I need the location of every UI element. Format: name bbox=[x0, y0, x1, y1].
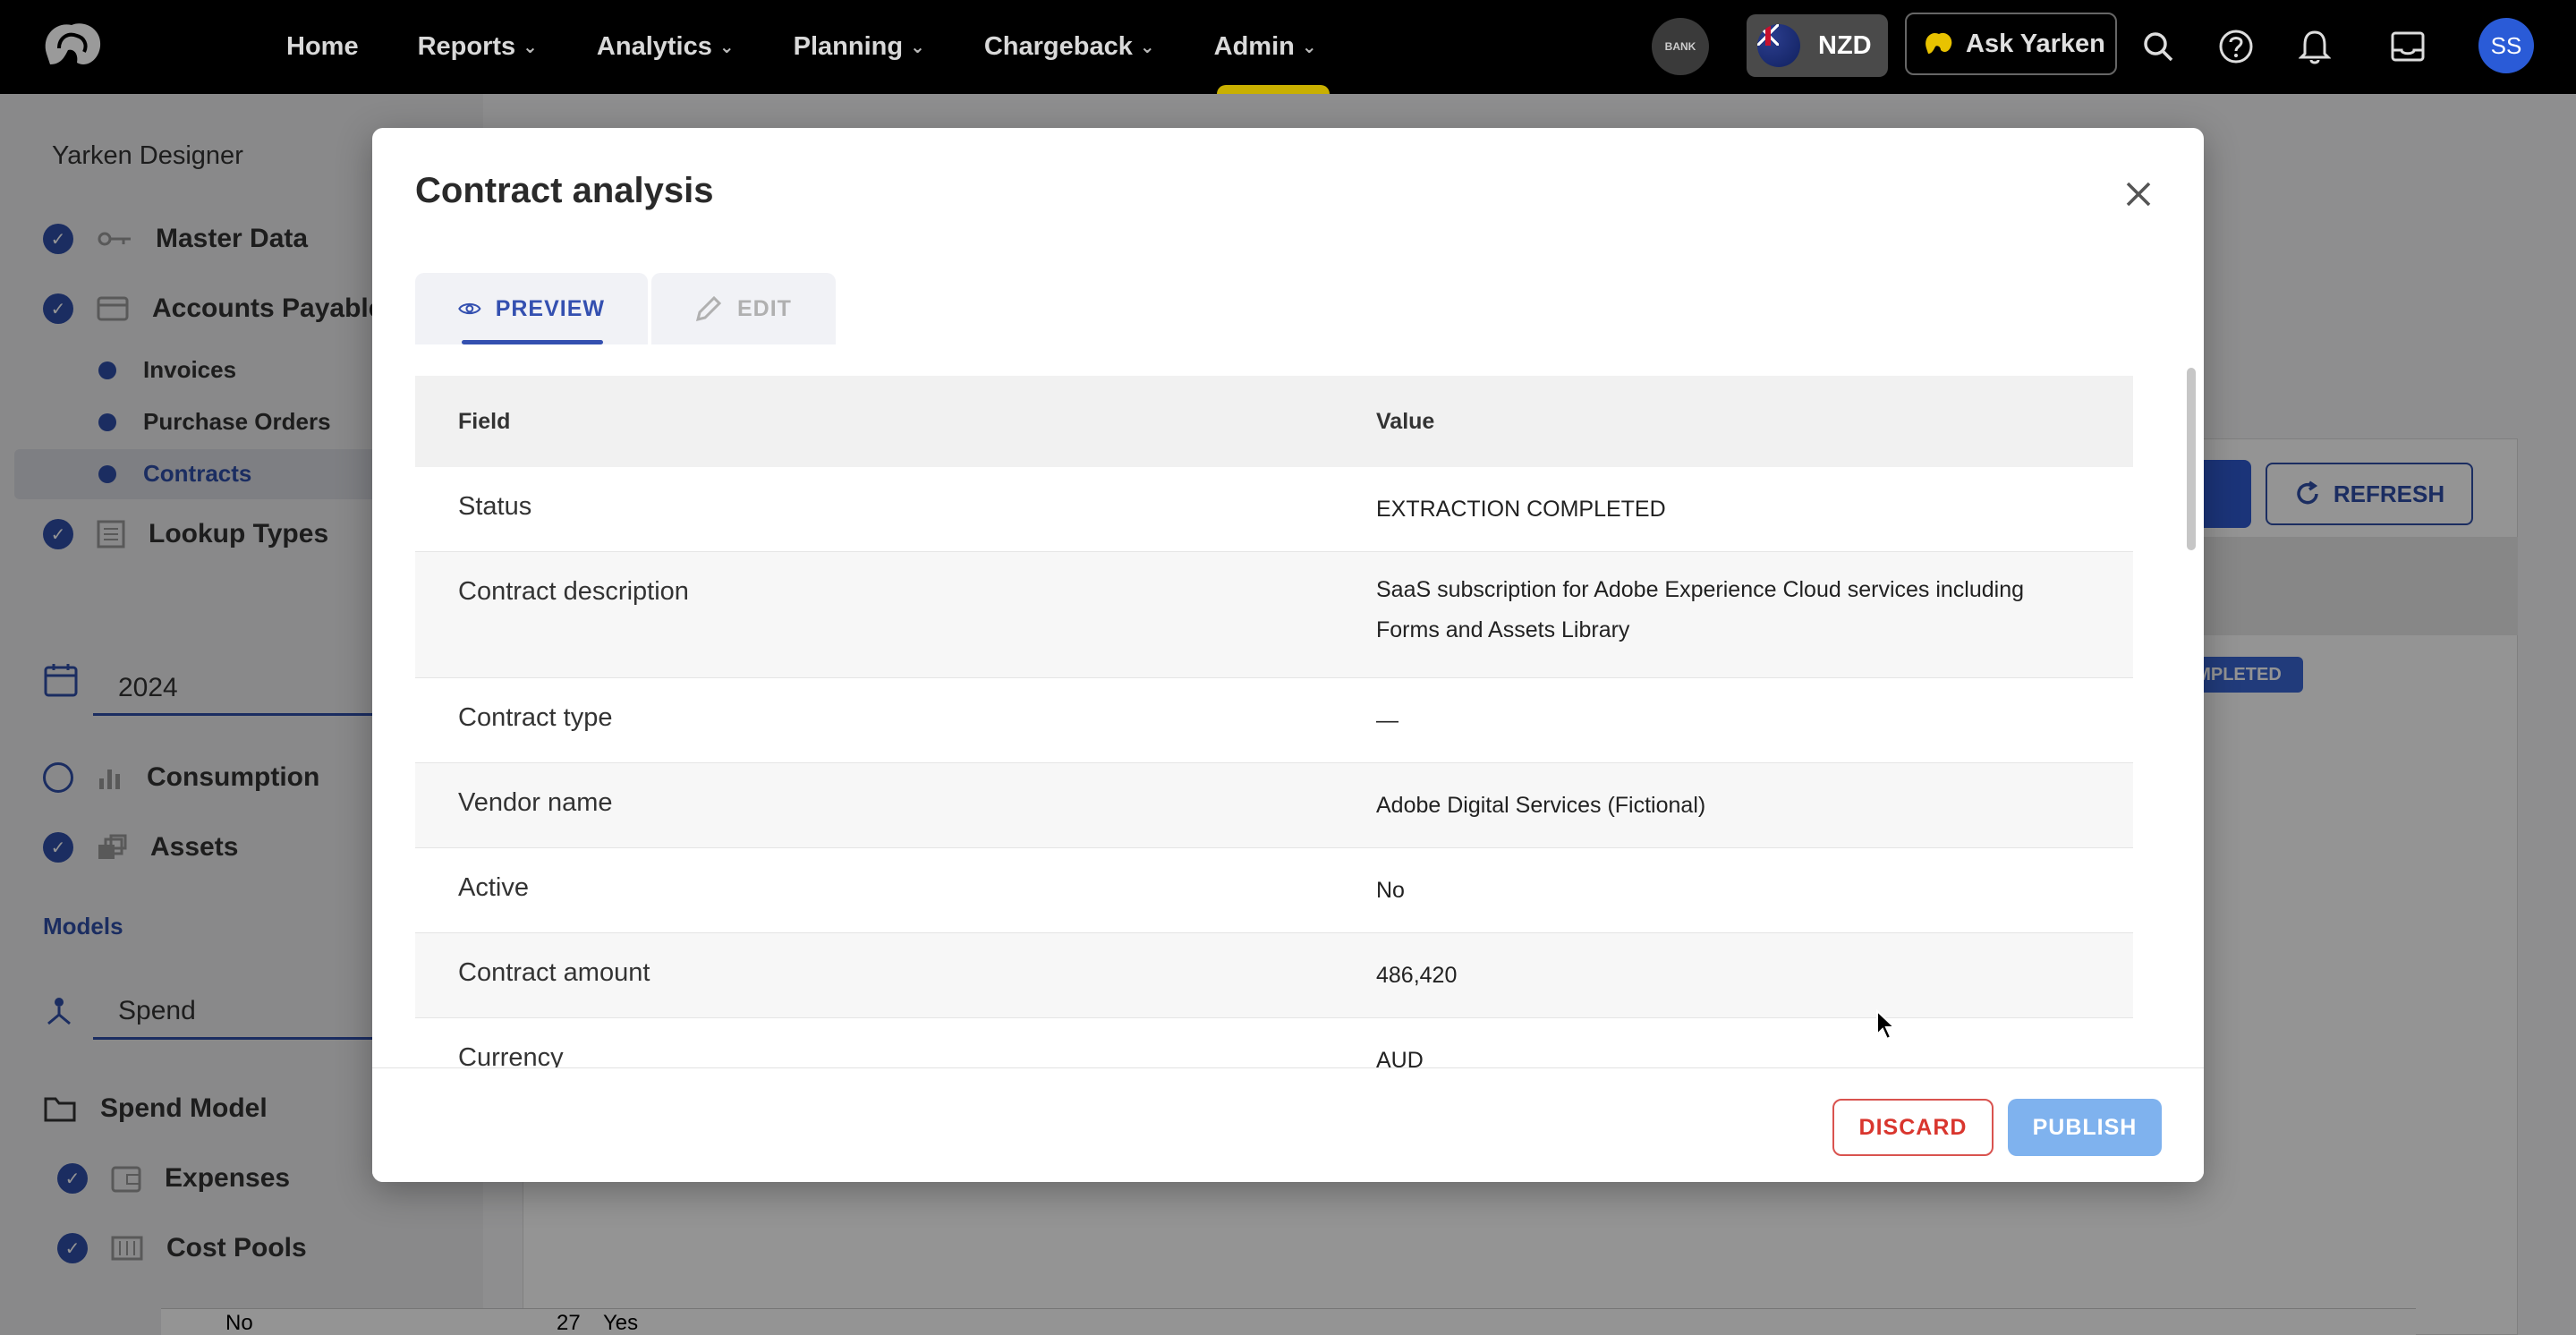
field-cell: Contract amount bbox=[458, 958, 650, 987]
nav-home[interactable]: Home bbox=[286, 0, 359, 94]
nav-planning[interactable]: Planning ⌄ bbox=[794, 0, 925, 94]
publish-button[interactable]: PUBLISH bbox=[2008, 1099, 2162, 1156]
nav-chargeback-label: Chargeback bbox=[983, 32, 1133, 61]
value-cell: SaaS subscription for Adobe Experience C… bbox=[1376, 577, 2025, 642]
table-row: Status EXTRACTION COMPLETED bbox=[415, 467, 2133, 552]
field-value-table: Field Value Status EXTRACTION COMPLETED … bbox=[415, 376, 2133, 1103]
value-cell: No bbox=[1376, 878, 1405, 903]
tab-edit[interactable]: EDIT bbox=[651, 273, 836, 344]
main-nav: Home Reports ⌄ Analytics ⌄ Planning ⌄ Charg… bbox=[286, 0, 1376, 94]
nz-flag-icon bbox=[1757, 24, 1800, 67]
nav-admin[interactable]: Admin ⌄ bbox=[1213, 0, 1330, 94]
tab-preview[interactable]: PREVIEW bbox=[415, 273, 648, 344]
table-header: Field Value bbox=[415, 376, 2133, 467]
yarken-logo-icon[interactable] bbox=[38, 18, 107, 73]
user-avatar[interactable]: SS bbox=[2478, 18, 2534, 73]
chevron-down-icon: ⌄ bbox=[1139, 38, 1155, 57]
dialog-scrollbar[interactable] bbox=[2187, 368, 2196, 550]
value-cell: Adobe Digital Services (Fictional) bbox=[1376, 793, 1706, 818]
pencil-icon bbox=[695, 295, 722, 322]
nav-reports-label: Reports bbox=[417, 32, 516, 61]
publish-label: PUBLISH bbox=[2032, 1114, 2138, 1140]
avatar-initials: SS bbox=[2490, 31, 2522, 59]
nav-reports[interactable]: Reports ⌄ bbox=[418, 0, 538, 94]
ask-yarken-button[interactable]: Ask Yarken bbox=[1905, 13, 2117, 75]
table-row: Active No bbox=[415, 848, 2133, 933]
dialog-footer: DISCARD PUBLISH bbox=[372, 1067, 2204, 1182]
chevron-down-icon: ⌄ bbox=[910, 38, 925, 57]
close-icon[interactable] bbox=[2117, 173, 2160, 216]
yarken-logo-icon bbox=[1926, 32, 1952, 54]
chevron-down-icon: ⌄ bbox=[523, 38, 538, 57]
value-cell: 486,420 bbox=[1376, 963, 1458, 988]
tab-preview-label: PREVIEW bbox=[495, 295, 605, 321]
mouse-cursor-icon bbox=[1876, 1009, 1897, 1041]
nav-admin-label: Admin bbox=[1213, 32, 1295, 61]
field-cell: Contract description bbox=[458, 577, 689, 606]
bank-badge[interactable]: BANK bbox=[1652, 18, 1709, 75]
discard-label: DISCARD bbox=[1858, 1114, 1968, 1140]
ask-yarken-label: Ask Yarken bbox=[1966, 29, 2105, 58]
contract-analysis-dialog: Contract analysis PREVIEW EDIT Field Val… bbox=[372, 128, 2204, 1182]
table-row: Contract amount 486,420 bbox=[415, 933, 2133, 1018]
dialog-title: Contract analysis bbox=[415, 171, 714, 210]
chevron-down-icon: ⌄ bbox=[718, 38, 735, 57]
column-header-value: Value bbox=[1376, 408, 1435, 434]
value-cell: EXTRACTION COMPLETED bbox=[1376, 497, 1666, 522]
field-cell: Vendor name bbox=[458, 788, 613, 817]
view-tabs: PREVIEW EDIT bbox=[415, 273, 836, 344]
bank-label: BANK bbox=[1664, 40, 1696, 53]
bell-icon[interactable] bbox=[2293, 25, 2336, 68]
discard-button[interactable]: DISCARD bbox=[1832, 1099, 1994, 1156]
column-header-field: Field bbox=[458, 408, 511, 434]
table-row: Vendor name Adobe Digital Services (Fict… bbox=[415, 763, 2133, 848]
currency-label: NZD bbox=[1818, 30, 1872, 60]
nav-chargeback[interactable]: Chargeback ⌄ bbox=[984, 0, 1155, 94]
top-navigation-bar: Home Reports ⌄ Analytics ⌄ Planning ⌄ Charg… bbox=[0, 0, 2576, 94]
field-cell: Contract type bbox=[458, 703, 613, 732]
value-cell: — bbox=[1376, 708, 1399, 733]
inbox-icon[interactable] bbox=[2386, 25, 2429, 68]
search-icon[interactable] bbox=[2137, 25, 2180, 68]
table-row: Contract type — bbox=[415, 678, 2133, 763]
chevron-down-icon: ⌄ bbox=[1301, 38, 1317, 57]
nav-planning-label: Planning bbox=[793, 32, 904, 61]
nav-analytics[interactable]: Analytics ⌄ bbox=[597, 0, 735, 94]
help-icon[interactable] bbox=[2215, 25, 2257, 68]
tab-edit-label: EDIT bbox=[737, 295, 792, 321]
table-row: Contract description SaaS subscription f… bbox=[415, 552, 2133, 678]
nav-analytics-label: Analytics bbox=[596, 32, 712, 61]
nav-home-label: Home bbox=[286, 32, 359, 61]
eye-icon bbox=[458, 302, 481, 315]
field-cell: Active bbox=[458, 873, 529, 902]
currency-selector[interactable]: NZD bbox=[1747, 14, 1888, 77]
field-cell: Status bbox=[458, 492, 532, 521]
